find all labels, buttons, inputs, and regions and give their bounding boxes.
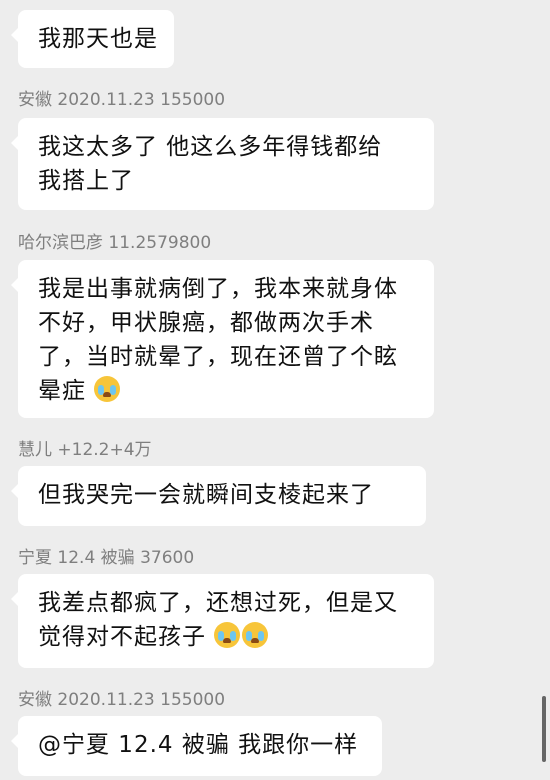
message-text: 觉得对不起孩子 (38, 624, 206, 650)
message-bubble[interactable]: 我这太多了 他这么多年得钱都给 我搭上了 (11, 118, 434, 210)
sender-name[interactable]: 安徽 2020.11.23 155000 (18, 690, 225, 710)
scrollbar[interactable] (542, 696, 546, 762)
message-bubble[interactable]: 我差点都疯了，还想过死，但是又 觉得对不起孩子 (11, 574, 434, 668)
message-line: 晕症 (38, 374, 416, 408)
message-text: 晕症 (38, 378, 86, 404)
chat-message-list[interactable]: 我那天也是 安徽 2020.11.23 155000 我这太多了 他这么多年得钱… (0, 0, 550, 780)
message-bubble[interactable]: @宁夏 12.4 被骗 我跟你一样 (11, 716, 382, 776)
message-bubble[interactable]: 但我哭完一会就瞬间支棱起来了 (11, 466, 426, 526)
message-text: 我这太多了 他这么多年得钱都给 (38, 134, 383, 160)
loudly-crying-emoji-icon (242, 622, 269, 648)
message-text: 但我哭完一会就瞬间支棱起来了 (38, 482, 374, 508)
message-line: 觉得对不起孩子 (38, 620, 416, 654)
message-text: 了，当时就晕了，现在还曾了个眩 (38, 344, 398, 370)
message-bubble[interactable]: 我是出事就病倒了，我本来就身体 不好，甲状腺癌，都做两次手术 了，当时就晕了，现… (11, 260, 434, 418)
loudly-crying-emoji-icon (94, 376, 121, 402)
message-text: @宁夏 12.4 被骗 我跟你一样 (38, 732, 359, 758)
sender-name[interactable]: 安徽 2020.11.23 155000 (18, 90, 225, 110)
message-text: 不好，甲状腺癌，都做两次手术 (38, 310, 374, 336)
message-bubble[interactable]: 我那天也是 (11, 10, 174, 68)
message-text: 我那天也是 (38, 26, 158, 52)
message-text: 我差点都疯了，还想过死，但是又 (38, 590, 398, 616)
message-text: 我搭上了 (38, 168, 134, 194)
message-text: 我是出事就病倒了，我本来就身体 (38, 276, 398, 302)
sender-name[interactable]: 哈尔滨巴彦 11.2579800 (18, 233, 211, 253)
sender-name[interactable]: 宁夏 12.4 被骗 37600 (18, 548, 194, 568)
sender-name[interactable]: 慧儿 +12.2+4万 (18, 440, 152, 460)
loudly-crying-emoji-icon (214, 622, 241, 648)
